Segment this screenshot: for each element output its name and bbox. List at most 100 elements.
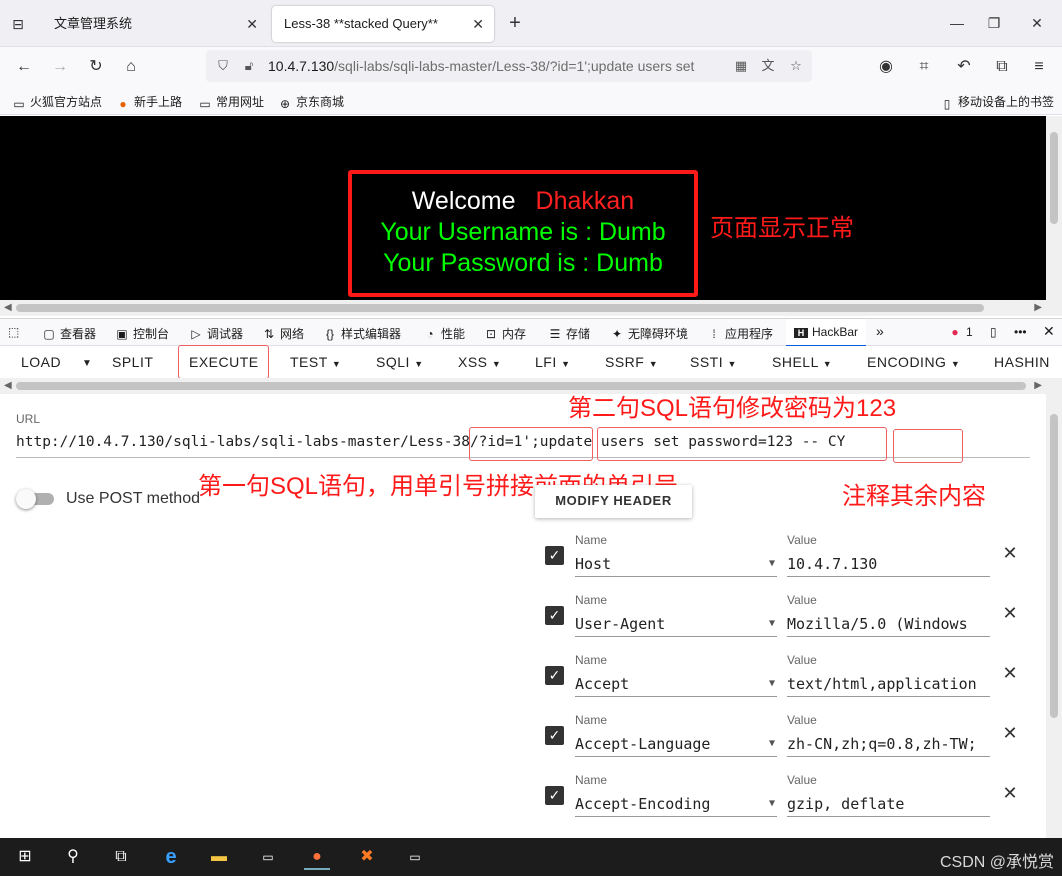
restore-icon[interactable]: ❐: [983, 12, 1005, 34]
windows-start-icon[interactable]: ⊞: [12, 844, 38, 870]
bookmark-item[interactable]: ● 新手上路: [116, 93, 182, 111]
post-method-toggle[interactable]: [16, 489, 54, 509]
bookmark-item[interactable]: ▭ 常用网址: [198, 93, 264, 111]
tab-hackbar[interactable]: H HackBar: [786, 319, 867, 347]
ssrf-menu[interactable]: SSRF ▼: [605, 354, 658, 370]
header-name-select[interactable]: Host ▼: [575, 551, 777, 577]
menu-icon[interactable]: ≡: [1027, 55, 1051, 79]
remove-header-icon[interactable]: ✕: [1002, 603, 1018, 623]
remove-header-icon[interactable]: ✕: [1002, 663, 1018, 683]
element-picker-icon[interactable]: ⬚: [8, 325, 19, 339]
test-menu[interactable]: TEST ▼: [290, 354, 341, 370]
insecure-lock-icon[interactable]: 🔓︎: [240, 57, 258, 75]
remove-header-icon[interactable]: ✕: [1002, 543, 1018, 563]
tab-debugger[interactable]: ▷ 调试器: [189, 325, 243, 342]
header-value-input[interactable]: zh-CN,zh;q=0.8,zh-TW;: [787, 731, 990, 757]
search-icon[interactable]: ⚲: [60, 844, 86, 870]
load-dropdown-icon[interactable]: ▼: [82, 358, 92, 369]
forward-icon[interactable]: →: [48, 55, 72, 79]
file-explorer-icon[interactable]: ▬: [206, 844, 232, 870]
xampp-icon[interactable]: ✖: [354, 844, 380, 870]
shell-menu[interactable]: SHELL ▼: [772, 354, 832, 370]
undo-icon[interactable]: ↶: [952, 55, 976, 79]
header-name-select[interactable]: User-Agent ▼: [575, 611, 777, 637]
url-text[interactable]: 10.4.7.130/sqli-labs/sqli-labs-master/Le…: [268, 58, 728, 74]
header-checkbox[interactable]: ✓: [545, 666, 564, 685]
tab-network[interactable]: ⇅ 网络: [262, 325, 304, 342]
scrollbar-thumb[interactable]: [1050, 414, 1058, 718]
tab-less-38[interactable]: Less-38 **stacked Query** ✕: [272, 6, 494, 42]
bookmark-item[interactable]: ▭ 火狐官方站点: [12, 93, 102, 111]
translate-icon[interactable]: 文: [759, 57, 777, 75]
hackbar-horizontal-scrollbar[interactable]: ◀ ▶: [0, 378, 1062, 394]
edge-icon[interactable]: e: [158, 844, 184, 870]
ssti-menu[interactable]: SSTI ▼: [690, 354, 737, 370]
devtools-menu-icon[interactable]: •••: [1014, 325, 1027, 339]
header-value-input[interactable]: gzip, deflate: [787, 791, 990, 817]
header-checkbox[interactable]: ✓: [545, 606, 564, 625]
tab-article-system[interactable]: 文章管理系统 ✕: [42, 6, 268, 42]
sqli-menu[interactable]: SQLI ▼: [376, 354, 424, 370]
new-tab-button[interactable]: +: [504, 12, 526, 34]
qr-code-icon[interactable]: ▦: [732, 57, 750, 75]
devtools-close-icon[interactable]: ✕: [1043, 323, 1055, 340]
lfi-menu[interactable]: LFI ▼: [535, 354, 571, 370]
scroll-left-icon[interactable]: ◀: [4, 378, 12, 394]
account-icon[interactable]: ◉: [874, 55, 898, 79]
header-name-select[interactable]: Accept-Language ▼: [575, 731, 777, 757]
header-value-input[interactable]: text/html,application: [787, 671, 990, 697]
page-horizontal-scrollbar[interactable]: ◀ ▶: [0, 300, 1046, 316]
scrollbar-thumb[interactable]: [1050, 132, 1058, 224]
terminal-icon[interactable]: ▭: [255, 844, 281, 870]
crop-icon[interactable]: ⌗: [912, 55, 936, 79]
bookmark-star-icon[interactable]: ☆: [787, 57, 805, 75]
split-button[interactable]: SPLIT: [112, 354, 153, 370]
remove-header-icon[interactable]: ✕: [1002, 783, 1018, 803]
tab-storage[interactable]: ☰ 存储: [548, 325, 590, 342]
header-value-input[interactable]: 10.4.7.130: [787, 551, 990, 577]
tab-accessibility[interactable]: ✦ 无障碍环境: [610, 325, 688, 342]
more-tabs-icon[interactable]: »: [876, 323, 884, 339]
scrollbar-thumb[interactable]: [16, 304, 984, 312]
scroll-left-icon[interactable]: ◀: [4, 300, 12, 316]
shield-icon[interactable]: ⛉: [214, 57, 232, 75]
task-view-icon[interactable]: ⧉: [108, 844, 134, 870]
firefox-icon[interactable]: ●: [304, 844, 330, 870]
header-checkbox[interactable]: ✓: [545, 786, 564, 805]
xss-menu[interactable]: XSS ▼: [458, 354, 501, 370]
reload-icon[interactable]: ↻: [84, 55, 108, 79]
close-icon[interactable]: ✕: [472, 6, 484, 42]
tab-console[interactable]: ▣ 控制台: [115, 325, 169, 342]
hashing-menu[interactable]: HASHIN: [994, 354, 1050, 370]
hackbar-vertical-scrollbar[interactable]: [1046, 394, 1062, 838]
load-button[interactable]: LOAD: [21, 354, 61, 370]
address-bar[interactable]: ⛉ 🔓︎ 10.4.7.130/sqli-labs/sqli-labs-mast…: [206, 50, 812, 82]
modify-header-button[interactable]: MODIFY HEADER: [535, 485, 692, 518]
dock-icon[interactable]: ▯: [990, 325, 997, 339]
tab-application[interactable]: ⁞ 应用程序: [707, 325, 773, 342]
minimize-icon[interactable]: —: [946, 12, 968, 34]
header-name-select[interactable]: Accept-Encoding ▼: [575, 791, 777, 817]
home-icon[interactable]: ⌂: [119, 55, 143, 79]
window-close-icon[interactable]: ✕: [1026, 12, 1048, 34]
close-icon[interactable]: ✕: [246, 6, 258, 42]
encoding-menu[interactable]: ENCODING ▼: [867, 354, 960, 370]
header-checkbox[interactable]: ✓: [545, 546, 564, 565]
remove-header-icon[interactable]: ✕: [1002, 723, 1018, 743]
header-name-select[interactable]: Accept ▼: [575, 671, 777, 697]
terminal-icon[interactable]: ▭: [402, 844, 428, 870]
extensions-icon[interactable]: ⧉: [990, 55, 1014, 79]
tab-inspector[interactable]: ▢ 查看器: [42, 325, 96, 342]
scroll-right-icon[interactable]: ▶: [1034, 300, 1042, 316]
mobile-bookmarks[interactable]: ▯ 移动设备上的书签: [940, 93, 1054, 111]
tab-performance[interactable]: ◔ 性能: [423, 325, 465, 342]
tab-memory[interactable]: ⊡ 内存: [484, 325, 526, 342]
tab-list-icon[interactable]: ⊟: [8, 14, 28, 34]
tab-style-editor[interactable]: {} 样式编辑器: [323, 325, 401, 342]
header-checkbox[interactable]: ✓: [545, 726, 564, 745]
header-value-input[interactable]: Mozilla/5.0 (Windows: [787, 611, 990, 637]
page-vertical-scrollbar[interactable]: [1046, 116, 1062, 316]
toggle-knob[interactable]: [16, 489, 36, 509]
back-icon[interactable]: ←: [12, 55, 36, 79]
bookmark-item[interactable]: ⊕ 京东商城: [278, 93, 344, 111]
